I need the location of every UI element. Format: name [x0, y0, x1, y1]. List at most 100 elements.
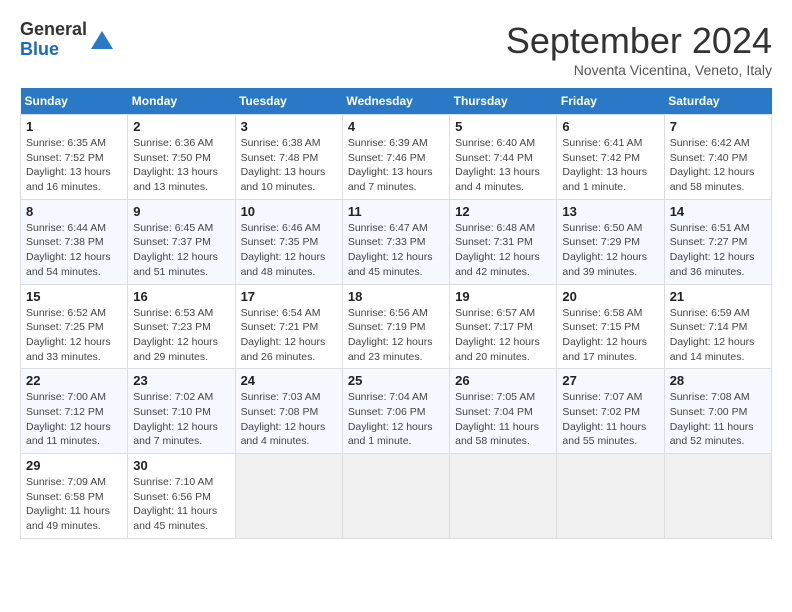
calendar-cell: 11Sunrise: 6:47 AM Sunset: 7:33 PM Dayli… [342, 199, 449, 284]
day-info: Sunrise: 7:05 AM Sunset: 7:04 PM Dayligh… [455, 390, 551, 449]
day-info: Sunrise: 6:57 AM Sunset: 7:17 PM Dayligh… [455, 306, 551, 365]
logo-triangle-icon [91, 29, 113, 51]
calendar-cell [557, 454, 664, 539]
calendar-cell: 19 Sunrise: 6:57 AM Sunset: 7:17 PM Dayli… [450, 284, 557, 369]
calendar-week-row: 1Sunrise: 6:35 AM Sunset: 7:52 PM Daylig… [21, 115, 772, 200]
day-number: 5 [455, 119, 551, 134]
col-header-saturday: Saturday [664, 88, 771, 115]
calendar-cell [235, 454, 342, 539]
col-header-wednesday: Wednesday [342, 88, 449, 115]
calendar-cell: 1Sunrise: 6:35 AM Sunset: 7:52 PM Daylig… [21, 115, 128, 200]
location-subtitle: Noventa Vicentina, Veneto, Italy [506, 62, 772, 78]
day-info: Sunrise: 6:36 AM Sunset: 7:50 PM Dayligh… [133, 136, 229, 195]
calendar-cell [450, 454, 557, 539]
calendar-week-row: 29 Sunrise: 7:09 AM Sunset: 6:58 PM Dayli… [21, 454, 772, 539]
page-header: General Blue September 2024 Noventa Vice… [20, 20, 772, 78]
day-info: Sunrise: 6:41 AM Sunset: 7:42 PM Dayligh… [562, 136, 658, 195]
day-number: 10 [241, 204, 337, 219]
day-info: Sunrise: 6:40 AM Sunset: 7:44 PM Dayligh… [455, 136, 551, 195]
calendar-cell: 8 Sunrise: 6:44 AM Sunset: 7:38 PM Daylig… [21, 199, 128, 284]
calendar-cell: 9Sunrise: 6:45 AM Sunset: 7:37 PM Daylig… [128, 199, 235, 284]
day-number: 22 [26, 373, 122, 388]
day-number: 29 [26, 458, 122, 473]
calendar-cell: 29 Sunrise: 7:09 AM Sunset: 6:58 PM Dayli… [21, 454, 128, 539]
day-number: 8 [26, 204, 122, 219]
calendar-cell: 12 Sunrise: 6:48 AM Sunset: 7:31 PM Dayli… [450, 199, 557, 284]
day-info: Sunrise: 6:52 AM Sunset: 7:25 PM Dayligh… [26, 306, 122, 365]
calendar-cell: 7 Sunrise: 6:42 AM Sunset: 7:40 PM Daylig… [664, 115, 771, 200]
calendar-cell [664, 454, 771, 539]
col-header-monday: Monday [128, 88, 235, 115]
day-info: Sunrise: 7:09 AM Sunset: 6:58 PM Dayligh… [26, 475, 122, 534]
day-info: Sunrise: 7:08 AM Sunset: 7:00 PM Dayligh… [670, 390, 766, 449]
calendar-week-row: 8 Sunrise: 6:44 AM Sunset: 7:38 PM Daylig… [21, 199, 772, 284]
day-number: 19 [455, 289, 551, 304]
day-info: Sunrise: 6:48 AM Sunset: 7:31 PM Dayligh… [455, 221, 551, 280]
day-number: 21 [670, 289, 766, 304]
calendar-cell: 21 Sunrise: 6:59 AM Sunset: 7:14 PM Dayli… [664, 284, 771, 369]
logo: General Blue [20, 20, 113, 60]
calendar-cell: 23 Sunrise: 7:02 AM Sunset: 7:10 PM Dayli… [128, 369, 235, 454]
day-number: 28 [670, 373, 766, 388]
day-info: Sunrise: 7:07 AM Sunset: 7:02 PM Dayligh… [562, 390, 658, 449]
calendar-cell: 3 Sunrise: 6:38 AM Sunset: 7:48 PM Daylig… [235, 115, 342, 200]
day-info: Sunrise: 7:04 AM Sunset: 7:06 PM Dayligh… [348, 390, 444, 449]
logo-general: General [20, 19, 87, 39]
calendar-header-row: SundayMondayTuesdayWednesdayThursdayFrid… [21, 88, 772, 115]
calendar-cell: 13Sunrise: 6:50 AM Sunset: 7:29 PM Dayli… [557, 199, 664, 284]
day-info: Sunrise: 7:02 AM Sunset: 7:10 PM Dayligh… [133, 390, 229, 449]
day-number: 27 [562, 373, 658, 388]
calendar-cell: 15 Sunrise: 6:52 AM Sunset: 7:25 PM Dayli… [21, 284, 128, 369]
calendar-cell: 5 Sunrise: 6:40 AM Sunset: 7:44 PM Daylig… [450, 115, 557, 200]
calendar-cell [342, 454, 449, 539]
day-number: 13 [562, 204, 658, 219]
calendar-cell: 22 Sunrise: 7:00 AM Sunset: 7:12 PM Dayli… [21, 369, 128, 454]
calendar-cell: 26 Sunrise: 7:05 AM Sunset: 7:04 PM Dayli… [450, 369, 557, 454]
calendar-cell: 14 Sunrise: 6:51 AM Sunset: 7:27 PM Dayli… [664, 199, 771, 284]
day-info: Sunrise: 6:53 AM Sunset: 7:23 PM Dayligh… [133, 306, 229, 365]
day-info: Sunrise: 7:00 AM Sunset: 7:12 PM Dayligh… [26, 390, 122, 449]
day-number: 7 [670, 119, 766, 134]
calendar-cell: 24 Sunrise: 7:03 AM Sunset: 7:08 PM Dayli… [235, 369, 342, 454]
month-title: September 2024 [506, 20, 772, 62]
day-info: Sunrise: 7:03 AM Sunset: 7:08 PM Dayligh… [241, 390, 337, 449]
calendar-week-row: 22 Sunrise: 7:00 AM Sunset: 7:12 PM Dayli… [21, 369, 772, 454]
calendar-cell: 16 Sunrise: 6:53 AM Sunset: 7:23 PM Dayli… [128, 284, 235, 369]
day-number: 25 [348, 373, 444, 388]
day-info: Sunrise: 6:58 AM Sunset: 7:15 PM Dayligh… [562, 306, 658, 365]
col-header-sunday: Sunday [21, 88, 128, 115]
day-info: Sunrise: 6:59 AM Sunset: 7:14 PM Dayligh… [670, 306, 766, 365]
day-number: 16 [133, 289, 229, 304]
calendar-cell: 25 Sunrise: 7:04 AM Sunset: 7:06 PM Dayli… [342, 369, 449, 454]
day-info: Sunrise: 6:35 AM Sunset: 7:52 PM Dayligh… [26, 136, 122, 195]
day-number: 4 [348, 119, 444, 134]
calendar-cell: 17Sunrise: 6:54 AM Sunset: 7:21 PM Dayli… [235, 284, 342, 369]
day-number: 24 [241, 373, 337, 388]
day-info: Sunrise: 6:46 AM Sunset: 7:35 PM Dayligh… [241, 221, 337, 280]
day-number: 12 [455, 204, 551, 219]
day-number: 15 [26, 289, 122, 304]
day-info: Sunrise: 6:42 AM Sunset: 7:40 PM Dayligh… [670, 136, 766, 195]
day-info: Sunrise: 6:44 AM Sunset: 7:38 PM Dayligh… [26, 221, 122, 280]
logo-blue: Blue [20, 39, 59, 59]
calendar-cell: 18Sunrise: 6:56 AM Sunset: 7:19 PM Dayli… [342, 284, 449, 369]
day-number: 2 [133, 119, 229, 134]
calendar-cell: 6 Sunrise: 6:41 AM Sunset: 7:42 PM Daylig… [557, 115, 664, 200]
title-block: September 2024 Noventa Vicentina, Veneto… [506, 20, 772, 78]
day-number: 6 [562, 119, 658, 134]
day-number: 23 [133, 373, 229, 388]
calendar-cell: 27 Sunrise: 7:07 AM Sunset: 7:02 PM Dayli… [557, 369, 664, 454]
day-info: Sunrise: 6:56 AM Sunset: 7:19 PM Dayligh… [348, 306, 444, 365]
calendar-cell: 28 Sunrise: 7:08 AM Sunset: 7:00 PM Dayli… [664, 369, 771, 454]
calendar-cell: 20Sunrise: 6:58 AM Sunset: 7:15 PM Dayli… [557, 284, 664, 369]
day-number: 3 [241, 119, 337, 134]
day-number: 17 [241, 289, 337, 304]
day-info: Sunrise: 7:10 AM Sunset: 6:56 PM Dayligh… [133, 475, 229, 534]
day-number: 9 [133, 204, 229, 219]
day-info: Sunrise: 6:51 AM Sunset: 7:27 PM Dayligh… [670, 221, 766, 280]
calendar-cell: 4Sunrise: 6:39 AM Sunset: 7:46 PM Daylig… [342, 115, 449, 200]
day-number: 14 [670, 204, 766, 219]
day-info: Sunrise: 6:38 AM Sunset: 7:48 PM Dayligh… [241, 136, 337, 195]
calendar-cell: 10 Sunrise: 6:46 AM Sunset: 7:35 PM Dayli… [235, 199, 342, 284]
day-number: 26 [455, 373, 551, 388]
